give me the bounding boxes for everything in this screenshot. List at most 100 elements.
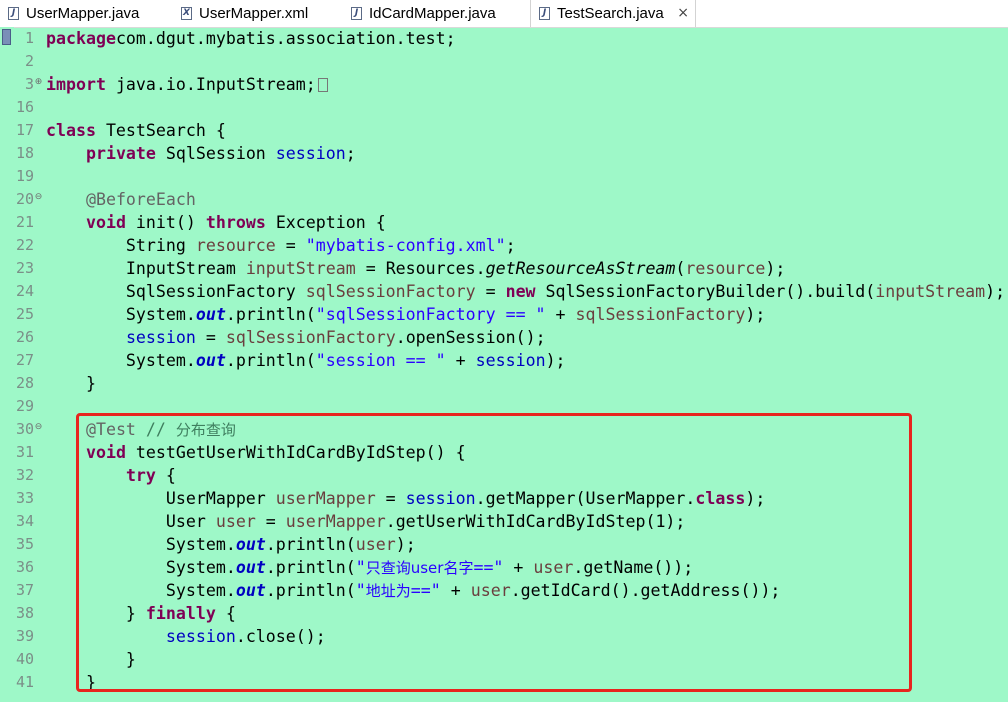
code-token: import [46,75,106,94]
code-line[interactable]: 20 ⊖ @BeforeEach [0,188,1008,211]
code-token: ); [985,282,1006,301]
code-token: = [195,328,226,347]
expand-fold-icon[interactable]: ⊕ [34,78,43,87]
code-token: System. [46,581,236,600]
editor-tab-bar: J UserMapper.java X UserMapper.xml J IdC… [0,0,1008,28]
tab-testsearch-java[interactable]: J TestSearch.java × [530,0,696,27]
code-line[interactable]: 2 [0,50,1008,73]
code-line[interactable]: 32 try { [0,464,1008,487]
code-line[interactable]: 35 System.out.println(user); [0,533,1008,556]
code-line[interactable]: 38 } finally { [0,602,1008,625]
code-token: session [165,627,236,646]
code-text: System.out.println("地址为==" + user.getIdC… [46,579,781,603]
code-token: " [355,581,366,600]
code-token: out [235,558,266,577]
line-number: 2 [24,52,34,70]
code-token: sqlSessionFactory [225,328,396,347]
code-token: .println( [265,581,356,600]
code-token: "sqlSessionFactory == " [315,305,546,324]
code-token: System. [46,558,236,577]
code-line[interactable]: 29 [0,395,1008,418]
code-text: session.close(); [46,625,326,648]
code-line[interactable]: 17 class TestSearch { [0,119,1008,142]
code-line[interactable]: 41 } [0,671,1008,694]
code-line[interactable]: 36 System.out.println("只查询user名字==" + us… [0,556,1008,579]
collapse-fold-icon[interactable]: ⊖ [34,423,43,432]
code-line[interactable]: 1 packagecom.dgut.mybatis.association.tes… [0,27,1008,50]
code-line[interactable]: 26 session = sqlSessionFactory.openSessi… [0,326,1008,349]
code-line[interactable]: 18 private SqlSession session; [0,142,1008,165]
code-token: = [475,282,506,301]
code-token: Exception { [265,213,386,232]
code-token: = Resources. [355,259,486,278]
code-token: sqlSessionFactory [575,305,746,324]
code-token: getResourceAsStream [485,259,676,278]
code-token: } [46,604,146,623]
code-line[interactable]: 25 System.out.println("sqlSessionFactory… [0,303,1008,326]
code-text: } [46,671,96,694]
code-token: ( [675,259,686,278]
code-text: } [46,372,96,395]
code-text: import java.io.InputStream; [46,73,328,96]
line-number: 20 [15,190,34,208]
code-line[interactable]: 40 } [0,648,1008,671]
code-token: session [275,144,346,163]
code-line[interactable]: 39 session.close(); [0,625,1008,648]
code-text: @Test // 分布查询 [46,418,236,442]
line-number: 16 [15,98,34,116]
code-token: { [155,466,176,485]
code-line[interactable]: 16 [0,96,1008,119]
code-line[interactable]: 24 SqlSessionFactory sqlSessionFactory =… [0,280,1008,303]
code-token: out [195,305,226,324]
tab-label: UserMapper.java [26,5,140,22]
code-token: class [46,121,96,140]
code-text: System.out.println("sqlSessionFactory ==… [46,303,765,326]
code-token: userMapper [285,512,386,531]
code-line[interactable]: 21 void init() throws Exception { [0,211,1008,234]
tab-idcardmapper-java[interactable]: J IdCardMapper.java [343,0,528,27]
code-token: .println( [225,351,316,370]
code-line[interactable]: 33 UserMapper userMapper = session.getMa… [0,487,1008,510]
line-number: 39 [15,627,34,645]
code-line[interactable]: 3 ⊕ import java.io.InputStream; [0,73,1008,96]
code-token: + [445,351,476,370]
code-line[interactable]: 30 ⊖ @Test // 分布查询 [0,418,1008,441]
code-line[interactable]: 19 [0,165,1008,188]
code-token: .getUserWithIdCardByIdStep(1); [385,512,686,531]
code-token: session [125,328,196,347]
code-line[interactable]: 22 String resource = "mybatis-config.xml… [0,234,1008,257]
collapsed-code-marker[interactable] [317,78,328,92]
tab-usermapper-xml[interactable]: X UserMapper.xml [173,0,343,27]
code-token: .println( [265,535,356,554]
code-token: inputStream [875,282,986,301]
code-token: .getMapper(UserMapper. [475,489,696,508]
code-text: void init() throws Exception { [46,211,386,234]
code-token: // [145,420,176,439]
code-text: @BeforeEach [46,188,196,211]
code-token: 分布查询 [175,421,236,439]
tab-label: UserMapper.xml [199,5,309,22]
code-token: System. [46,535,236,554]
code-text: String resource = "mybatis-config.xml"; [46,234,516,257]
code-text: try { [46,464,176,487]
code-token: java.io.InputStream; [105,75,316,94]
code-line[interactable]: 28 } [0,372,1008,395]
code-token: } [46,374,96,393]
code-token: SqlSession [155,144,276,163]
code-token: out [195,351,226,370]
line-number: 38 [15,604,34,622]
code-line[interactable]: 23 InputStream inputStream = Resources.g… [0,257,1008,280]
line-number: 37 [15,581,34,599]
code-line[interactable]: 31 void testGetUserWithIdCardByIdStep() … [0,441,1008,464]
close-icon[interactable]: × [677,0,689,27]
code-line[interactable]: 34 User user = userMapper.getUserWithIdC… [0,510,1008,533]
tab-usermapper-java[interactable]: J UserMapper.java [0,0,170,27]
line-number: 17 [15,121,34,139]
code-text: private SqlSession session; [46,142,356,165]
collapse-fold-icon[interactable]: ⊖ [34,193,43,202]
code-token: ); [545,351,566,370]
code-line[interactable]: 27 System.out.println("session == " + se… [0,349,1008,372]
code-token: userMapper [275,489,376,508]
line-number: 30 [15,420,34,438]
code-line[interactable]: 37 System.out.println("地址为==" + user.get… [0,579,1008,602]
